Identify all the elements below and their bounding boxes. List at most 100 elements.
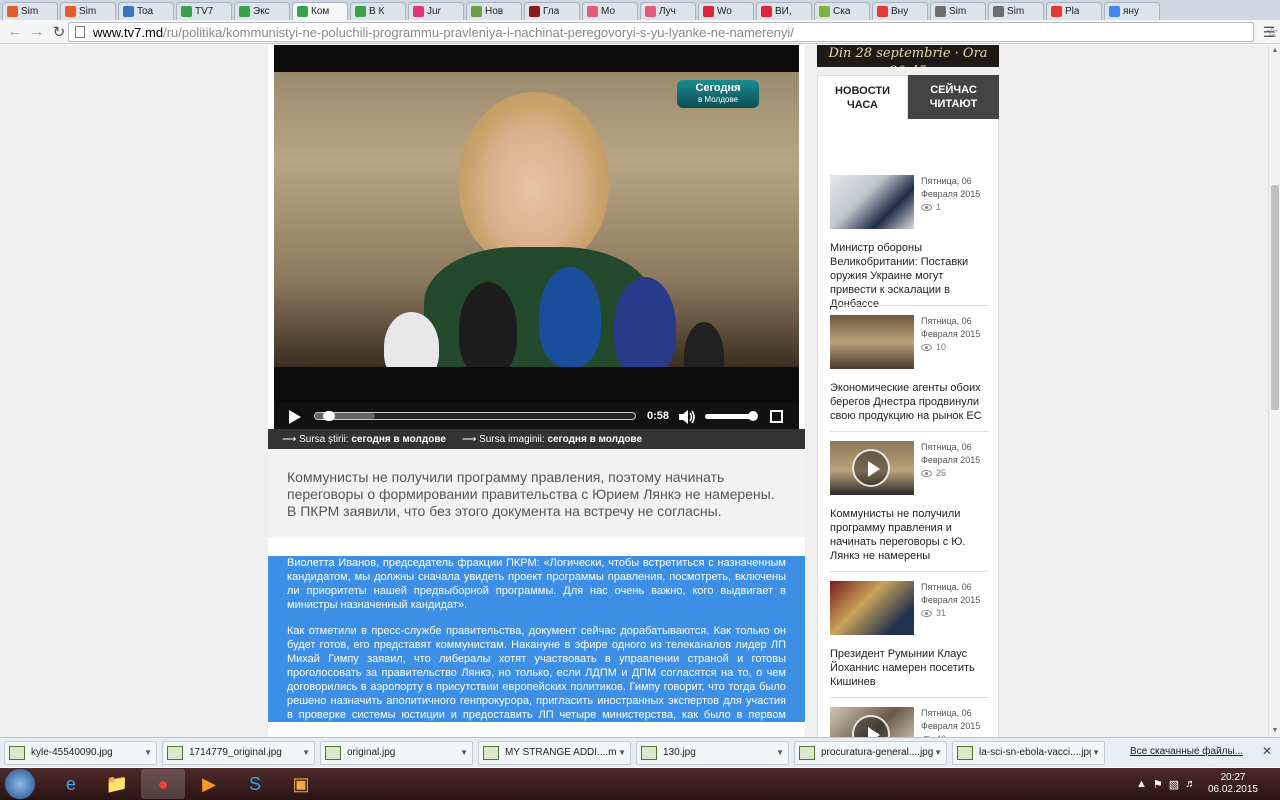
browser-tab[interactable]: Луч [640,2,696,20]
explorer-icon[interactable]: 📁 [95,769,139,799]
browser-tab[interactable]: Wo [698,2,754,20]
tab-news-hour[interactable]: НОВОСТИ ЧАСА [817,75,908,119]
browser-tab[interactable]: Sim [988,2,1044,20]
close-icon[interactable]: ✕ [1262,744,1272,758]
start-button[interactable] [5,769,35,799]
article-lead: Коммунисты не получили программу правлен… [268,449,805,537]
tab-favicon-icon [65,6,76,17]
browser-tab[interactable]: Вну [872,2,928,20]
browser-tab[interactable]: Мо [582,2,638,20]
tab-favicon-icon [413,6,424,17]
file-icon [957,745,973,760]
browser-tab[interactable]: ВИ, [756,2,812,20]
fullscreen-icon[interactable] [770,410,783,423]
page-scrollbar[interactable]: ▲ ▼ [1268,45,1280,737]
tab-favicon-icon [239,6,250,17]
news-meta: Пятница, 06 Февраля 2015 10 [921,315,991,354]
scroll-thumb[interactable] [1271,185,1279,410]
messenger-icon[interactable]: ▣ [279,769,323,799]
volume-icon[interactable] [678,409,696,425]
article-body-selected[interactable]: Виолетта Иванов, председатель фракции ПК… [268,556,805,735]
video-player[interactable]: Сегодня в Молдове 0:58 [274,45,799,431]
flag-icon[interactable]: ⚑ [1153,778,1163,791]
news-divider [830,571,988,572]
download-item[interactable]: 130.jpg ▼ [636,740,789,765]
browser-tab[interactable]: Toa [118,2,174,20]
address-bar[interactable]: www.tv7.md/ru/politika/kommunistyi-ne-po… [68,22,1279,42]
download-menu-icon[interactable]: ▼ [1092,748,1100,757]
news-thumbnail[interactable] [830,441,914,495]
video-play-icon[interactable] [852,715,890,737]
download-item[interactable]: original.jpg ▼ [320,740,473,765]
tab-label: Sim [949,6,967,17]
back-icon[interactable]: ← [4,21,26,43]
download-item[interactable]: 1714779_original.jpg ▼ [162,740,315,765]
scroll-down-icon[interactable]: ▼ [1271,727,1279,735]
forward-icon[interactable]: → [26,21,48,43]
video-play-icon[interactable] [852,449,890,487]
scroll-up-icon[interactable]: ▲ [1271,47,1279,55]
tab-label: Мо [601,6,616,17]
download-menu-icon[interactable]: ▼ [302,748,310,757]
ie-icon[interactable]: e [49,769,93,799]
tray-arrow-icon[interactable]: ▲ [1136,778,1147,791]
video-progress-bar[interactable] [314,411,636,421]
news-thumbnail[interactable] [830,175,914,229]
browser-tab[interactable]: TV7 [176,2,232,20]
show-all-downloads-link[interactable]: Все скачанные файлы... [1130,746,1243,757]
download-filename: procuratura-general....jpg [821,747,933,758]
download-menu-icon[interactable]: ▼ [934,748,942,757]
speaker-icon[interactable]: ♬ [1185,778,1196,791]
download-item[interactable]: kyle-45540090.jpg ▼ [4,740,157,765]
browser-tab[interactable]: Ком [292,2,348,20]
browser-tab[interactable]: Sim [2,2,58,20]
video-frame[interactable]: Сегодня в Молдове [274,72,799,367]
news-title-link[interactable]: Министр обороны Великобритании: Поставки… [830,241,990,311]
progress-knob[interactable] [323,411,335,421]
clock[interactable]: 20:27 06.02.2015 [1208,772,1258,796]
download-menu-icon[interactable]: ▼ [618,748,626,757]
skype-icon[interactable]: S [233,769,277,799]
browser-tab[interactable]: Pla [1046,2,1102,20]
tab-favicon-icon [645,6,656,17]
news-meta: Пятница, 06 Февраля 2015 31 [921,581,991,620]
news-title-link[interactable]: Коммунисты не получили программу правлен… [830,507,990,563]
news-thumbnail[interactable] [830,581,914,635]
tab-favicon-icon [935,6,946,17]
play-icon[interactable] [289,410,301,424]
browser-tab[interactable]: Sim [930,2,986,20]
news-title-link[interactable]: Экономические агенты обоих берегов Днест… [830,381,990,423]
download-item[interactable]: procuratura-general....jpg ▼ [794,740,947,765]
download-item[interactable]: la-sci-sn-ebola-vacci....jpg ▼ [952,740,1105,765]
file-icon [799,745,815,760]
file-icon [483,745,499,760]
chrome-icon[interactable]: ● [141,769,185,799]
download-menu-icon[interactable]: ▼ [144,748,152,757]
browser-tab[interactable]: Гла [524,2,580,20]
media-player-icon[interactable]: ▶ [187,769,231,799]
tv-banner[interactable]: Din 28 septembrie · Ora 20:45 [817,45,999,67]
tab-label: Sim [1007,6,1025,17]
news-thumbnail[interactable] [830,315,914,369]
tab-now-reading[interactable]: СЕЙЧАС ЧИТАЮТ [908,75,999,119]
browser-tab[interactable]: Нов [466,2,522,20]
browser-tab[interactable]: Sim [60,2,116,20]
tab-favicon-icon [877,6,888,17]
volume-knob[interactable] [748,411,759,421]
browser-tab[interactable]: Ска [814,2,870,20]
page-icon [75,26,85,38]
reload-icon[interactable]: ↻ [48,21,70,43]
tab-label: Ска [833,6,851,17]
download-menu-icon[interactable]: ▼ [776,748,784,757]
sidebar-tabs: НОВОСТИ ЧАСА СЕЙЧАС ЧИТАЮТ [817,75,999,119]
browser-tab[interactable]: яну [1104,2,1160,20]
download-menu-icon[interactable]: ▼ [460,748,468,757]
menu-icon[interactable]: ☰ [1258,21,1280,43]
browser-tab[interactable]: Экс [234,2,290,20]
browser-tab[interactable]: Jur [408,2,464,20]
news-thumbnail[interactable] [830,707,914,737]
download-item[interactable]: MY STRANGE ADDI....mp4 ▼ [478,740,631,765]
browser-tab[interactable]: В К [350,2,406,20]
news-title-link[interactable]: Президент Румынии Клаус Йоханнис намерен… [830,647,990,689]
network-icon[interactable]: ▧ [1169,778,1179,791]
